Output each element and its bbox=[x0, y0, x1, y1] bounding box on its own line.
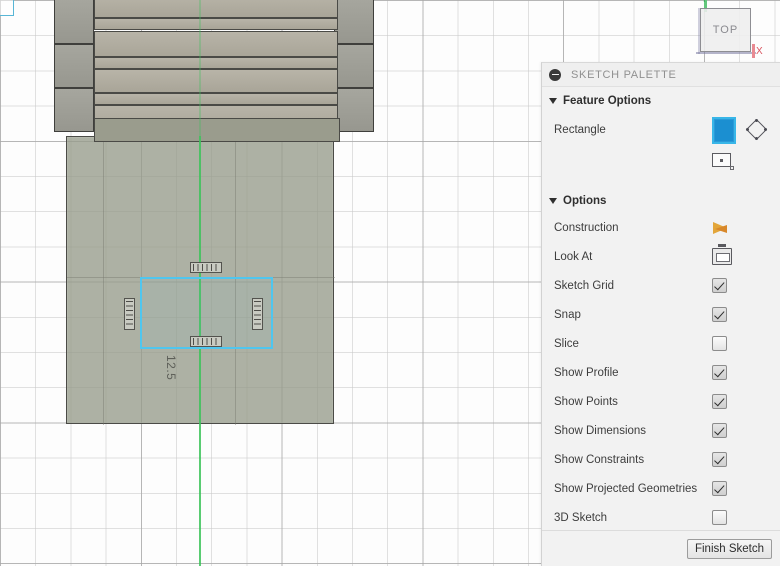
body-endcap bbox=[54, 88, 94, 132]
section-header-feature-options[interactable]: Feature Options bbox=[542, 87, 780, 113]
row-center-rectangle[interactable] bbox=[542, 147, 780, 173]
checkbox-sketch-grid[interactable] bbox=[712, 278, 727, 293]
row-label-show-constraints: Show Constraints bbox=[554, 453, 645, 466]
sketch-palette-title: SKETCH PALETTE bbox=[571, 68, 677, 81]
cad-application-window: 12.5 Y X TOP SKETCH PALETTE Feature Opti… bbox=[0, 0, 780, 566]
body-slat bbox=[94, 57, 338, 69]
sketch-palette-header[interactable]: SKETCH PALETTE bbox=[542, 63, 780, 87]
chevron-down-icon[interactable] bbox=[549, 198, 557, 204]
checkbox-3d-sketch[interactable] bbox=[712, 510, 727, 525]
row-slice[interactable]: Slice bbox=[542, 329, 780, 358]
row-label-snap: Snap bbox=[554, 308, 581, 321]
section-label-feature-options: Feature Options bbox=[563, 95, 652, 107]
two-point-rectangle-icon[interactable] bbox=[712, 116, 736, 144]
row-label-show-dimensions: Show Dimensions bbox=[554, 424, 647, 437]
origin-marker-icon bbox=[0, 0, 14, 16]
row-look-at[interactable]: Look At bbox=[542, 242, 780, 271]
body-slat bbox=[94, 18, 338, 30]
view-cube-y-label: Y bbox=[701, 0, 708, 5]
body-slat bbox=[94, 93, 338, 105]
row-label-rectangle: Rectangle bbox=[554, 124, 606, 136]
row-construction[interactable]: Construction bbox=[542, 213, 780, 242]
view-cube-base-edge bbox=[696, 52, 756, 54]
chevron-down-icon[interactable] bbox=[549, 98, 557, 104]
plane-edge-line bbox=[103, 137, 104, 425]
view-cube-top-face[interactable]: TOP bbox=[700, 8, 751, 52]
row-label-construction: Construction bbox=[554, 221, 619, 234]
row-show-projected-geometries[interactable]: Show Projected Geometries bbox=[542, 474, 780, 503]
row-snap[interactable]: Snap bbox=[542, 300, 780, 329]
sketch-dimension-value[interactable]: 12.5 bbox=[164, 355, 178, 380]
row-show-constraints[interactable]: Show Constraints bbox=[542, 445, 780, 474]
body-slat bbox=[94, 69, 338, 93]
row-show-points[interactable]: Show Points bbox=[542, 387, 780, 416]
row-label-slice: Slice bbox=[554, 337, 579, 350]
checkbox-snap[interactable] bbox=[712, 307, 727, 322]
constraint-glyph-horizontal[interactable] bbox=[190, 336, 222, 347]
sketch-palette-footer: Finish Sketch bbox=[542, 530, 780, 566]
body-slat bbox=[94, 0, 338, 18]
row-label-3d-sketch: 3D Sketch bbox=[554, 511, 608, 524]
body-endcap bbox=[334, 88, 374, 132]
section-label-options: Options bbox=[563, 195, 607, 207]
body-slat bbox=[94, 31, 338, 57]
row-label-show-points: Show Points bbox=[554, 395, 618, 408]
section-header-options[interactable]: Options bbox=[542, 187, 780, 213]
view-cube-x-axis-icon bbox=[752, 44, 755, 58]
checkbox-show-profile[interactable] bbox=[712, 365, 727, 380]
three-point-rectangle-icon[interactable] bbox=[745, 118, 768, 141]
constraint-glyph-vertical[interactable] bbox=[252, 298, 263, 330]
checkbox-show-dimensions[interactable] bbox=[712, 423, 727, 438]
checkbox-show-points[interactable] bbox=[712, 394, 727, 409]
checkbox-show-projected-geometries[interactable] bbox=[712, 481, 727, 496]
row-show-profile[interactable]: Show Profile bbox=[542, 358, 780, 387]
look-at-icon[interactable] bbox=[712, 244, 732, 265]
center-rectangle-icon[interactable] bbox=[712, 153, 734, 170]
row-label-show-profile: Show Profile bbox=[554, 366, 619, 379]
construction-line-icon[interactable] bbox=[712, 220, 732, 236]
minus-circle-icon[interactable] bbox=[549, 68, 561, 81]
constraint-glyph-vertical[interactable] bbox=[124, 298, 135, 330]
row-label-show-projected-geometries: Show Projected Geometries bbox=[554, 482, 698, 495]
row-3d-sketch[interactable]: 3D Sketch bbox=[542, 503, 780, 532]
row-show-dimensions[interactable]: Show Dimensions bbox=[542, 416, 780, 445]
body-endcap bbox=[54, 44, 94, 88]
constraint-glyph-horizontal[interactable] bbox=[190, 262, 222, 273]
sketch-palette-panel[interactable]: SKETCH PALETTE Feature Options Rectangle bbox=[541, 62, 780, 566]
body-endcap bbox=[334, 0, 374, 44]
body-endcap bbox=[334, 44, 374, 88]
body-base-face bbox=[94, 118, 340, 142]
body-endcap bbox=[54, 0, 94, 44]
row-label-sketch-grid: Sketch Grid bbox=[554, 279, 615, 292]
row-rectangle[interactable]: Rectangle bbox=[542, 113, 780, 147]
solid-body-crate[interactable] bbox=[50, 0, 374, 142]
view-cube-x-label: X bbox=[756, 46, 763, 57]
row-sketch-grid[interactable]: Sketch Grid bbox=[542, 271, 780, 300]
finish-sketch-button[interactable]: Finish Sketch bbox=[686, 538, 772, 559]
checkbox-slice[interactable] bbox=[712, 336, 727, 351]
row-label-look-at: Look At bbox=[554, 250, 593, 263]
view-cube[interactable]: Y X TOP bbox=[694, 0, 774, 62]
checkbox-show-constraints[interactable] bbox=[712, 452, 727, 467]
